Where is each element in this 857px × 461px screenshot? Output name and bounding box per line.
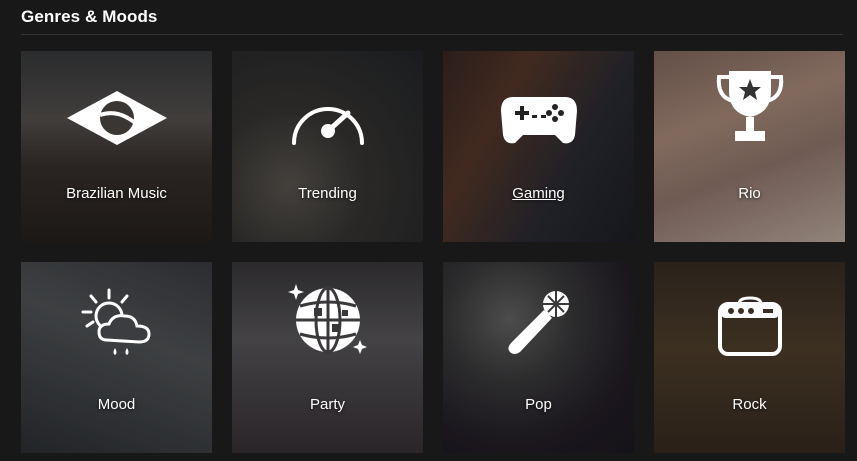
tile-label: Trending [298,185,357,202]
tile-rock[interactable]: Rock [654,262,845,453]
microphone-icon [484,278,594,358]
tile-label: Rock [732,396,767,413]
tile-mood[interactable]: Mood [21,262,212,453]
tile-label: Pop [525,396,552,413]
tile-party[interactable]: Party [232,262,423,453]
sun-cloud-icon [62,278,172,358]
disco-ball-icon [273,278,383,358]
tile-label: Gaming [512,185,565,202]
tile-brazilian-music[interactable]: Brazilian Music [21,51,212,242]
game-controller-icon [484,67,594,147]
speedometer-icon [273,67,383,147]
tile-trending[interactable]: Trending [232,51,423,242]
tile-label: Party [309,396,345,413]
tile-rio[interactable]: Rio [654,51,845,242]
tile-gaming[interactable]: Gaming [443,51,634,242]
genres-grid: Brazilian Music Trending Gaming Rio Mood… [21,51,845,453]
tile-label: Brazilian Music [66,185,167,202]
brazil-flag-icon [62,67,172,147]
tile-pop[interactable]: Pop [443,262,634,453]
trophy-icon [695,67,805,147]
section-title: Genres & Moods [21,7,158,26]
tile-label: Mood [97,396,136,413]
section-divider [21,34,843,35]
amplifier-icon [695,278,805,358]
tile-label: Rio [738,185,761,202]
